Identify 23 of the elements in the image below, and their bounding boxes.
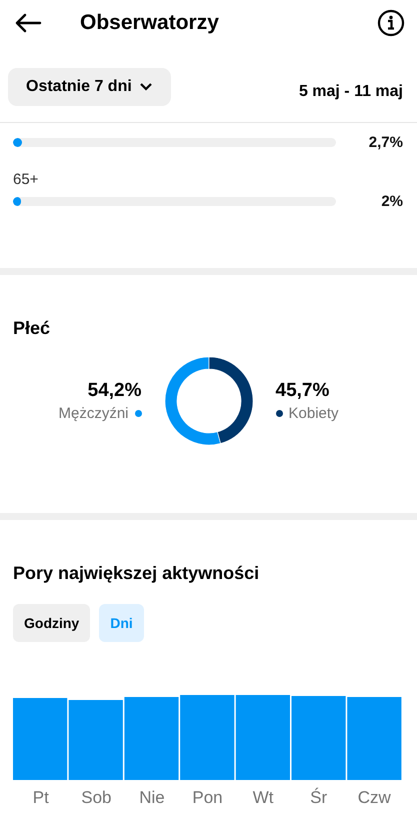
percent-value: 2%: [381, 193, 403, 210]
percent-value: 54,2%: [88, 380, 142, 402]
period-dropdown[interactable]: Ostatnie 7 dni: [8, 68, 171, 106]
section-title: Pory największej aktywności: [13, 562, 260, 584]
screen-title: Obserwatorzy: [80, 11, 220, 35]
day-label: Śr: [310, 788, 328, 807]
percent-value: 45,7%: [276, 380, 330, 402]
age-label: 65+: [13, 171, 40, 188]
day-label: Czw: [358, 788, 391, 807]
legend-label: Mężczyźni: [58, 405, 128, 422]
legend-label: Kobiety: [288, 405, 339, 422]
section-title: Płeć: [13, 317, 52, 339]
back-arrow-icon[interactable]: [14, 13, 42, 33]
info-icon[interactable]: [377, 9, 405, 37]
date-range: 5 maj - 11 maj: [298, 83, 403, 101]
day-label: Sob: [81, 788, 112, 807]
toggle-tab[interactable]: Godziny: [13, 604, 90, 642]
percent-value: 2,7%: [368, 134, 403, 151]
day-label: Pt: [32, 788, 49, 807]
day-label: Pon: [192, 788, 223, 807]
day-label: Wt: [252, 788, 274, 807]
chevron-down-icon: [138, 82, 153, 92]
day-label: Nie: [139, 788, 165, 807]
